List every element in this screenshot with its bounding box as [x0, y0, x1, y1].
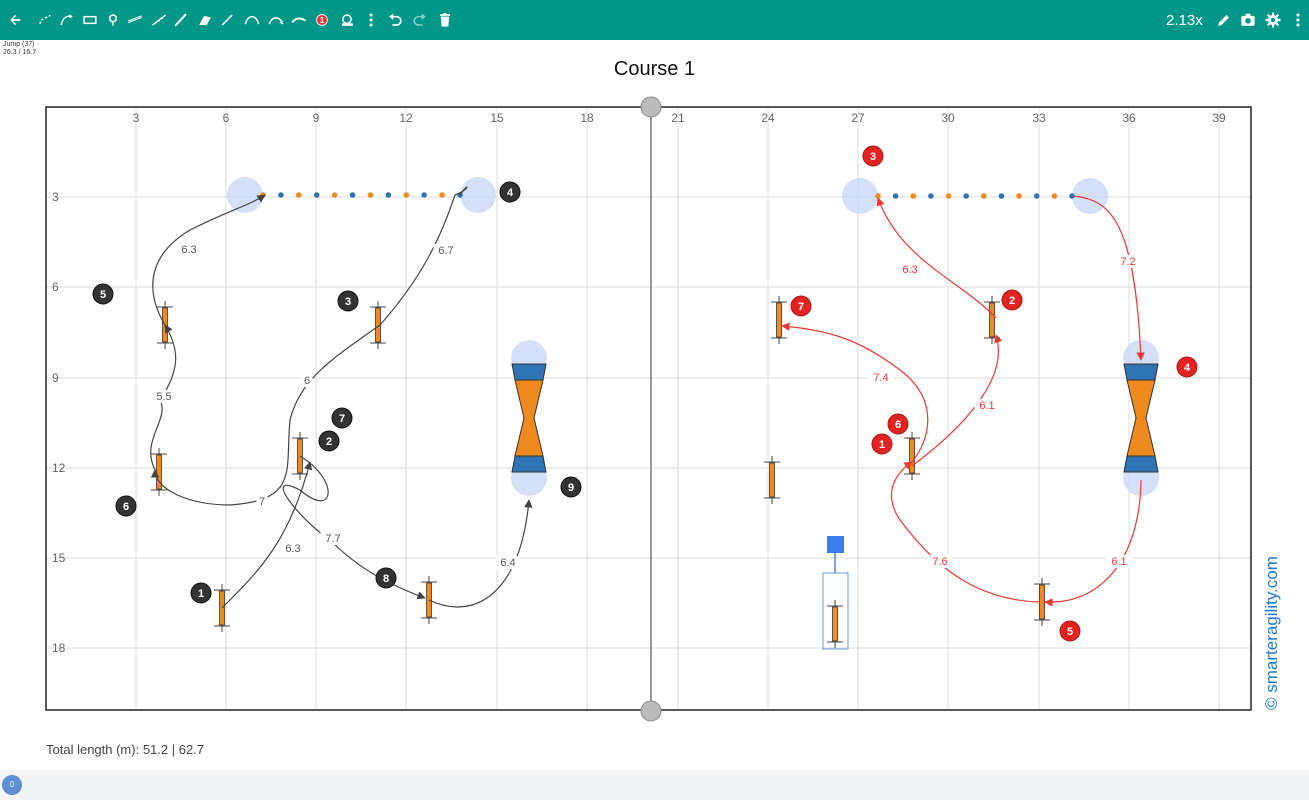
obstacle-number-label: 8	[383, 573, 389, 585]
x-tick-label: 6	[223, 111, 230, 125]
obstacle-number-label: 4	[507, 187, 514, 199]
tunnel-segment-dot	[296, 192, 302, 198]
x-tick-label: 30	[941, 111, 955, 125]
tunnel-segment-dot	[875, 193, 881, 199]
distance-label: 6.1	[979, 400, 994, 412]
jump-bar[interactable]	[776, 302, 782, 338]
x-tick-label: 9	[313, 111, 320, 125]
obstacle-number-label: 1	[879, 439, 885, 451]
distance-label: 5.5	[156, 391, 171, 403]
distance-label: 6.1	[1111, 556, 1126, 568]
rotate-handle[interactable]	[827, 536, 844, 553]
distance-label: 6.3	[285, 543, 300, 555]
obstacle-number-label: 3	[870, 151, 876, 163]
y-tick-label: 12	[52, 461, 66, 475]
distance-label: 7.6	[932, 556, 947, 568]
obstacle-number-label: 4	[1184, 362, 1191, 374]
x-tick-label: 27	[851, 111, 865, 125]
jump-bar[interactable]	[989, 302, 995, 338]
x-tick-label: 12	[399, 111, 413, 125]
obstacle-number-label: 1	[198, 588, 204, 600]
obstacle-number-label: 3	[345, 296, 351, 308]
tunnel-segment-dot	[892, 193, 899, 199]
y-tick-label: 9	[52, 371, 59, 385]
obstacle-cap	[511, 363, 547, 381]
tunnel-segment-dot	[998, 193, 1005, 199]
obstacle-number-label: 6	[123, 501, 129, 513]
bottom-bar	[0, 770, 1309, 800]
x-tick-label: 21	[671, 111, 685, 125]
obstacle-number-label: 7	[798, 301, 804, 313]
distance-label: 7.4	[873, 372, 888, 384]
tunnel-segment-dot	[439, 192, 445, 198]
tunnel-end[interactable]	[460, 177, 496, 213]
tunnel-segment-dot	[367, 192, 374, 198]
x-tick-label: 24	[761, 111, 775, 125]
divider-handle-top[interactable]	[640, 96, 662, 118]
tunnel-segment-dot	[945, 193, 952, 199]
jump-bar[interactable]	[832, 606, 838, 642]
obstacle-number-label: 5	[100, 289, 106, 301]
obstacle-number-label: 5	[1067, 626, 1073, 638]
obstacle-number-label: 7	[339, 413, 345, 425]
x-tick-label: 18	[580, 111, 594, 125]
divider-handle-bottom[interactable]	[640, 700, 662, 722]
tunnel-end[interactable]	[842, 178, 878, 214]
tunnel-segment-dot	[278, 192, 284, 198]
x-tick-label: 33	[1032, 111, 1046, 125]
distance-label: 6	[304, 375, 310, 387]
obstacle-number-label: 6	[895, 419, 901, 431]
tunnel-segment-dot	[331, 192, 338, 198]
total-length: Total length (m): 51.2 | 62.7	[46, 742, 205, 757]
jump-bar[interactable]	[909, 438, 915, 474]
distance-label: 7.7	[325, 533, 340, 545]
tunnel-segment-dot	[349, 192, 356, 198]
y-tick-label: 6	[52, 280, 59, 294]
obstacle-cap	[1123, 363, 1159, 381]
fab-button[interactable]: 0	[2, 775, 22, 795]
obstacle-number-label: 2	[326, 436, 332, 448]
obstacle-cap	[1123, 455, 1159, 473]
tunnel-segment-dot	[385, 192, 392, 198]
tunnel-segment-dot	[928, 193, 934, 199]
distance-label: 6.3	[181, 244, 196, 256]
x-tick-label: 36	[1122, 111, 1136, 125]
tunnel-end[interactable]	[227, 177, 263, 213]
tunnel-segment-dot	[1069, 193, 1075, 199]
tunnel-segment-dot	[981, 193, 987, 199]
tunnel-segment-dot	[1051, 193, 1058, 199]
copyright-watermark: © smarteragility.com	[1262, 556, 1281, 710]
obstacle-cap	[511, 455, 547, 473]
y-tick-label: 15	[52, 551, 66, 565]
jump-bar[interactable]	[1039, 584, 1045, 620]
jump-bar[interactable]	[769, 462, 775, 498]
obstacle-number-label: 2	[1009, 295, 1015, 307]
y-tick-label: 18	[52, 641, 66, 655]
distance-label: 6.7	[438, 245, 453, 257]
tunnel-segment-dot	[910, 193, 917, 199]
x-tick-label: 39	[1212, 111, 1226, 125]
tunnel-segment-dot	[313, 192, 320, 198]
tunnel-segment-dot	[963, 193, 969, 199]
obstacle-number-label: 9	[568, 482, 574, 494]
distance-label: 6.3	[902, 264, 917, 276]
tunnel-segment-dot	[1033, 193, 1040, 199]
distance-label: 7.2	[1120, 256, 1135, 268]
tunnel-segment-dot	[1016, 193, 1022, 199]
y-tick-label: 3	[52, 190, 59, 204]
course-canvas[interactable]: 3 6 9 12 15 18 21 24 27 30 33 36 393691215186.3 6.75.…	[0, 0, 1309, 800]
distance-label: 6.4	[500, 557, 515, 569]
x-tick-label: 3	[133, 111, 140, 125]
distance-label: 7	[259, 496, 265, 508]
tunnel-segment-dot	[421, 192, 427, 198]
tunnel-segment-dot	[403, 192, 410, 198]
x-tick-label: 15	[490, 111, 504, 125]
